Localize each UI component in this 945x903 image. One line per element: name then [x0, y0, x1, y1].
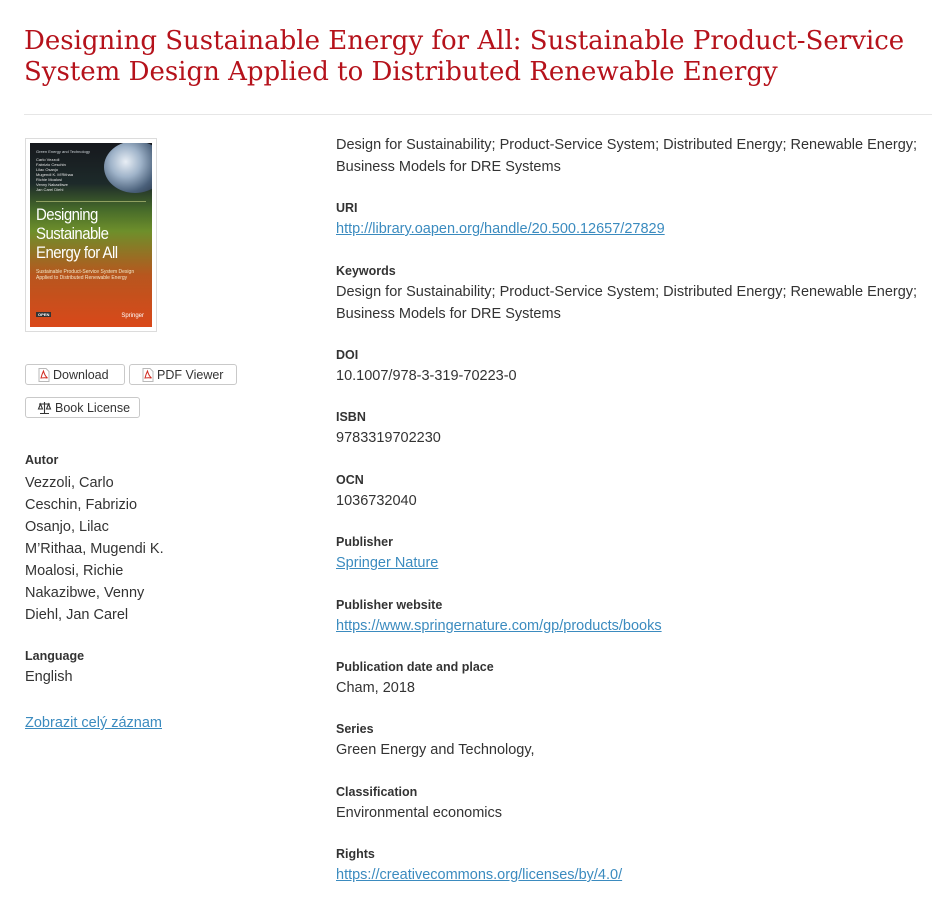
ocn-label: OCN — [336, 473, 364, 487]
pdf-viewer-button[interactable]: PDF Viewer — [129, 364, 237, 385]
isbn-label: ISBN — [336, 410, 366, 424]
publication-date-label: Publication date and place — [336, 660, 494, 674]
rights-section: Rights https://creativecommons.org/licen… — [336, 846, 932, 886]
cover-series: Green Energy and Technology — [36, 149, 90, 154]
series-section: Series Green Energy and Technology, — [336, 721, 932, 761]
language-section: Language English — [25, 648, 84, 688]
author-name: Nakazibwe, Venny — [25, 585, 145, 601]
cover-author: Jan Carel Diehl — [36, 187, 64, 192]
author-name: Vezzoli, Carlo — [25, 475, 114, 491]
cover-planet-image — [104, 143, 152, 193]
doi-label: DOI — [336, 348, 359, 362]
full-record-link[interactable]: Zobrazit celý záznam — [25, 712, 162, 734]
authors-section: Autor Vezzoli, Carlo Ceschin, Fabrizio O… — [25, 452, 164, 626]
keywords-section: Keywords Design for Sustainability; Prod… — [336, 263, 932, 325]
page-title: Designing Sustainable Energy for All: Su… — [24, 26, 905, 87]
cover-divider — [36, 201, 146, 202]
cover-artwork: Green Energy and Technology Carlo Vezzol… — [30, 143, 152, 327]
classification-section: Classification Environmental economics — [336, 784, 932, 824]
classification-label: Classification — [336, 785, 418, 799]
author-name: M’Rithaa, Mugendi K. — [25, 541, 164, 557]
publication-date-section: Publication date and place Cham, 2018 — [336, 659, 932, 699]
pdf-icon — [142, 367, 154, 382]
download-label: Download — [53, 367, 109, 382]
doi-section: DOI 10.1007/978-3-319-70223-0 — [336, 347, 932, 387]
keywords-value: Design for Sustainability; Product-Servi… — [336, 284, 918, 322]
ocn-value: 1036732040 — [336, 493, 417, 509]
open-access-badge: OPEN — [36, 312, 52, 317]
isbn-value: 9783319702230 — [336, 430, 441, 446]
download-button[interactable]: Download — [25, 364, 125, 385]
publisher-label: Publisher — [336, 535, 393, 549]
book-license-label: Book License — [55, 400, 131, 415]
author-name: Osanjo, Lilac — [25, 519, 109, 535]
subject-summary: Design for Sustainability; Product-Servi… — [336, 137, 918, 175]
scale-icon — [37, 401, 52, 414]
keywords-label: Keywords — [336, 264, 396, 278]
uri-link[interactable]: http://library.oapen.org/handle/20.500.1… — [336, 221, 665, 237]
series-label: Series — [336, 722, 374, 736]
uri-label: URI — [336, 201, 358, 215]
publisher-link[interactable]: Springer Nature — [336, 555, 438, 571]
pdf-icon — [38, 367, 50, 382]
uri-section: URI http://library.oapen.org/handle/20.5… — [336, 200, 932, 240]
series-value: Green Energy and Technology, — [336, 742, 535, 758]
rights-link[interactable]: https://creativecommons.org/licenses/by/… — [336, 867, 622, 883]
book-cover[interactable]: Green Energy and Technology Carlo Vezzol… — [25, 138, 157, 332]
cover-publisher: Springer — [121, 313, 144, 319]
pdf-viewer-label: PDF Viewer — [157, 367, 224, 382]
isbn-section: ISBN 9783319702230 — [336, 409, 932, 449]
cover-title: Designing Sustainable Energy for All — [36, 205, 118, 262]
publication-date-value: Cham, 2018 — [336, 680, 415, 696]
author-name: Diehl, Jan Carel — [25, 607, 129, 623]
cover-subtitle: Sustainable Product-Service System Desig… — [36, 269, 135, 281]
title-divider — [24, 114, 932, 115]
cover-authors: Carlo Vezzoli Fabrizio Ceschin Lilac Osa… — [36, 157, 73, 192]
author-name: Moalosi, Richie — [25, 563, 124, 579]
classification-value: Environmental economics — [336, 805, 503, 821]
publisher-section: Publisher Springer Nature — [336, 534, 932, 574]
authors-label: Autor — [25, 453, 59, 467]
publisher-website-section: Publisher website https://www.springerna… — [336, 597, 932, 637]
publisher-website-link[interactable]: https://www.springernature.com/gp/produc… — [336, 618, 662, 634]
language-label: Language — [25, 649, 85, 663]
rights-label: Rights — [336, 847, 375, 861]
doi-value: 10.1007/978-3-319-70223-0 — [336, 368, 517, 384]
book-license-button[interactable]: Book License — [25, 397, 140, 418]
publisher-website-label: Publisher website — [336, 598, 443, 612]
language-value: English — [25, 669, 73, 685]
ocn-section: OCN 1036732040 — [336, 472, 932, 512]
author-name: Ceschin, Fabrizio — [25, 497, 138, 513]
